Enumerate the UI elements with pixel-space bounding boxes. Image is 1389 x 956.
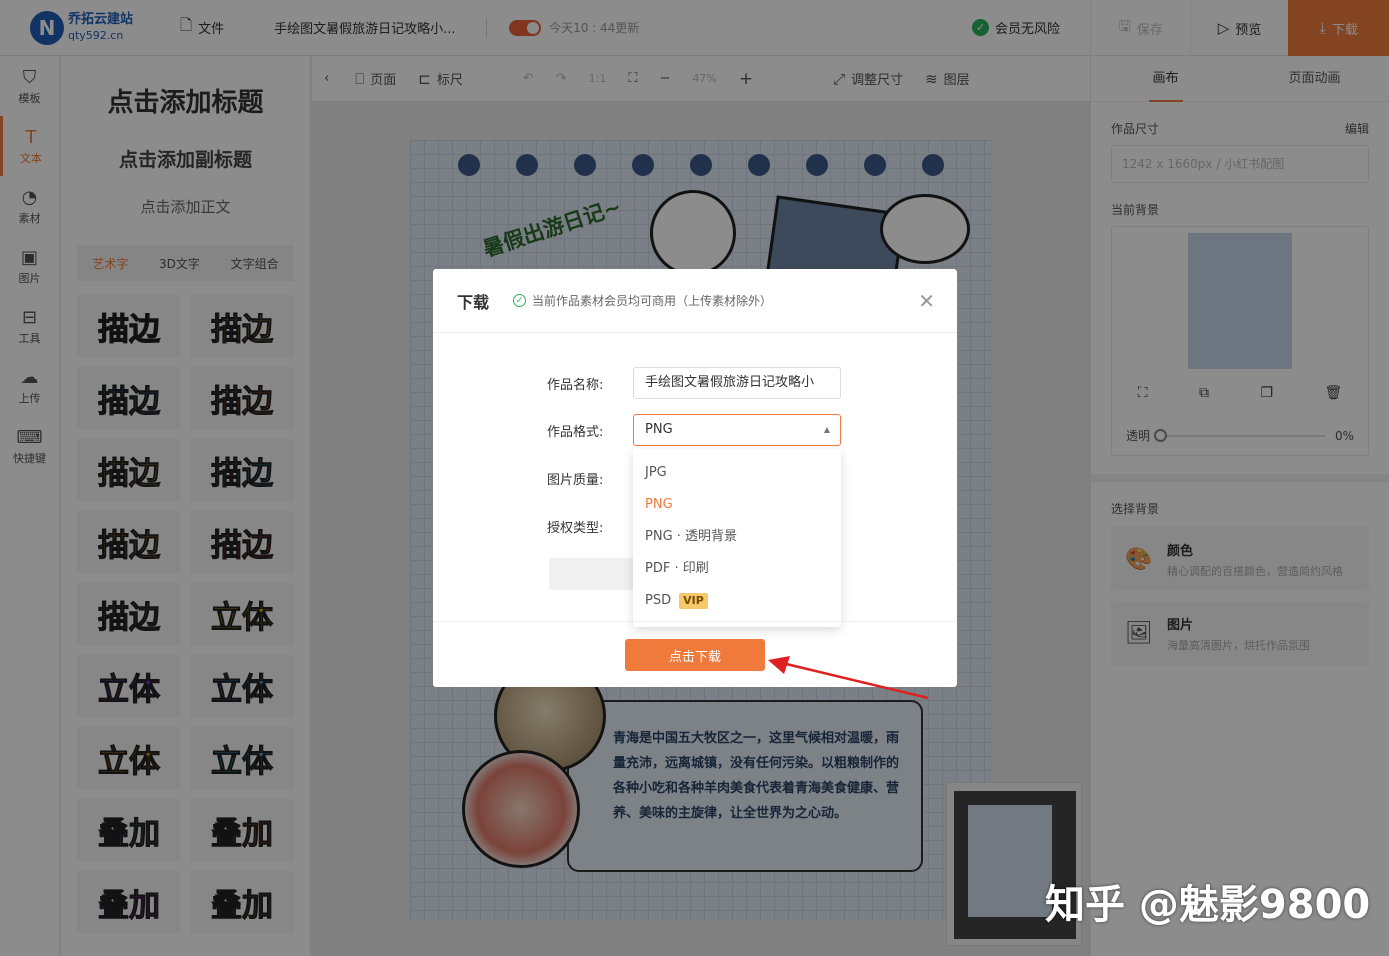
confirm-download-button[interactable]: 点击下载 bbox=[625, 639, 765, 671]
dialog-title: 下载 bbox=[457, 292, 490, 312]
caret-up-icon: ▲ bbox=[823, 425, 830, 434]
format-option-png-transparent[interactable]: PNG · 透明背景 bbox=[633, 521, 841, 553]
license-option[interactable] bbox=[549, 558, 635, 590]
download-dialog: 下载 ✓ 当前作品素材会员均可商用（上传素材除外） ✕ 作品名称: 手绘图文暑假… bbox=[433, 269, 957, 687]
check-icon: ✓ bbox=[513, 294, 527, 307]
work-name-input[interactable]: 手绘图文暑假旅游日记攻略小 bbox=[633, 367, 841, 399]
format-option-png[interactable]: PNG bbox=[633, 489, 841, 521]
format-label: 作品格式: bbox=[547, 424, 604, 440]
format-option-psd[interactable]: PSD VIP bbox=[633, 585, 841, 617]
close-icon[interactable]: ✕ bbox=[918, 289, 935, 313]
vip-badge: VIP bbox=[679, 593, 708, 609]
watermark: 知乎 @魅影9800 bbox=[1045, 882, 1371, 928]
commercial-use-note: ✓ 当前作品素材会员均可商用（上传素材除外） bbox=[513, 292, 772, 309]
name-label: 作品名称: bbox=[547, 377, 604, 393]
quality-label: 图片质量: bbox=[547, 473, 604, 488]
format-select[interactable]: PNG ▲ bbox=[633, 414, 841, 446]
red-arrow-annotation bbox=[768, 656, 929, 700]
license-label: 授权类型: bbox=[547, 521, 604, 536]
format-dropdown: JPG PNG PNG · 透明背景 PDF · 印刷 PSD VIP bbox=[633, 449, 841, 627]
format-option-pdf[interactable]: PDF · 印刷 bbox=[633, 553, 841, 585]
format-option-jpg[interactable]: JPG bbox=[633, 457, 841, 489]
divider bbox=[433, 621, 957, 622]
